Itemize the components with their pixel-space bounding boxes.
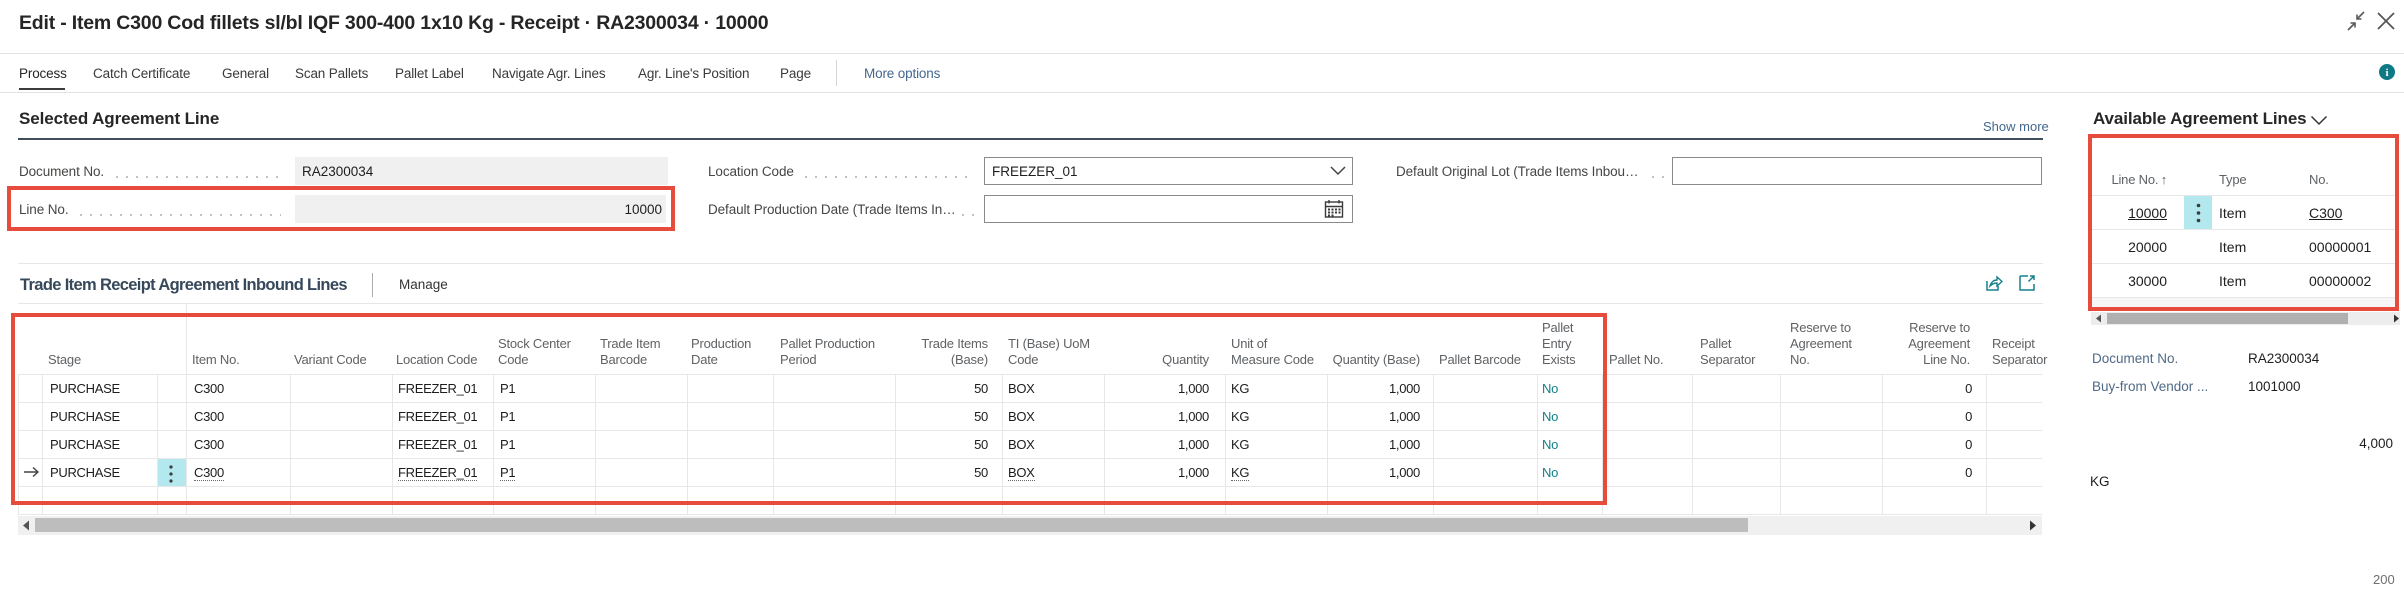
svg-text:i: i (2385, 67, 2388, 79)
